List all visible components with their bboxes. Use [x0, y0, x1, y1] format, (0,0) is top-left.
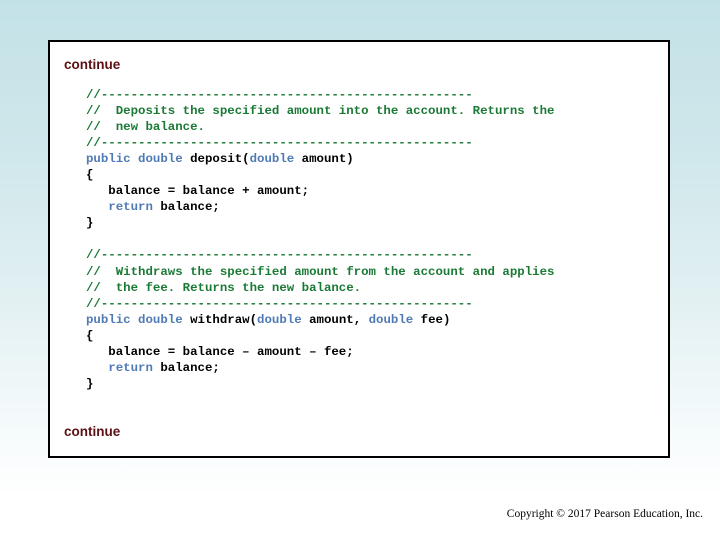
- continue-label-bottom: continue: [64, 424, 121, 439]
- code-token-kw: public double: [86, 312, 191, 327]
- code-token-pl: withdraw(: [190, 312, 258, 327]
- code-token-pl: }: [86, 376, 94, 391]
- code-line: {: [86, 328, 554, 344]
- code-line: return balance;: [86, 360, 554, 376]
- code-line: return balance;: [86, 199, 554, 215]
- code-token-kw: double: [249, 152, 302, 167]
- continue-label-top: continue: [64, 57, 121, 72]
- code-token-cmt: //--------------------------------------…: [86, 88, 473, 102]
- code-line: // new balance.: [86, 119, 554, 135]
- code-token-cmt: //--------------------------------------…: [86, 248, 473, 263]
- code-token-cmt: // the fee. Returns the new balance.: [86, 280, 362, 295]
- code-line: balance = balance + amount;: [86, 183, 554, 199]
- code-token-cmt: // Deposits the specified amount into th…: [86, 104, 555, 119]
- code-line: //--------------------------------------…: [86, 87, 554, 103]
- code-token-pl: deposit(: [190, 152, 250, 167]
- code-line: balance = balance – amount – fee;: [86, 344, 554, 360]
- copyright-notice: Copyright © 2017 Pearson Education, Inc.: [506, 508, 703, 520]
- code-token-cmt: //--------------------------------------…: [86, 296, 473, 311]
- code-line: }: [86, 376, 554, 392]
- code-token-pl: {: [86, 328, 94, 343]
- code-line: //--------------------------------------…: [86, 135, 554, 151]
- code-token-pl: balance;: [160, 200, 220, 215]
- code-token-pl: {: [86, 168, 94, 183]
- code-line: // Deposits the specified amount into th…: [86, 103, 554, 119]
- code-token-cmt: // Withdraws the specified amount from t…: [86, 264, 555, 279]
- code-token-pl: balance = balance – amount – fee;: [86, 344, 354, 359]
- code-token-kw: public double: [86, 152, 191, 167]
- code-token-pl: }: [86, 216, 94, 231]
- code-line: public double deposit(double amount): [86, 151, 554, 167]
- code-token-pl: balance = balance + amount;: [86, 184, 310, 199]
- code-line: //--------------------------------------…: [86, 296, 554, 312]
- code-token-kw: double: [368, 312, 421, 327]
- code-token-pl: fee): [420, 312, 451, 327]
- code-line: // Withdraws the specified amount from t…: [86, 264, 554, 280]
- code-token-pl: amount): [301, 152, 354, 167]
- code-line: //--------------------------------------…: [86, 247, 554, 263]
- code-token-pl: balance;: [160, 360, 220, 375]
- slide-content-box: continue //-----------------------------…: [48, 40, 670, 458]
- code-line: // the fee. Returns the new balance.: [86, 280, 554, 296]
- code-line: }: [86, 215, 554, 231]
- java-code-listing: //--------------------------------------…: [86, 87, 554, 392]
- code-token-cmt: // new balance.: [86, 120, 205, 135]
- code-line: {: [86, 167, 554, 183]
- code-token-kw: double: [257, 312, 310, 327]
- code-token-kw: return: [86, 360, 161, 375]
- code-token-pl: amount,: [309, 312, 369, 327]
- code-line: public double withdraw(double amount, do…: [86, 312, 554, 328]
- code-token-cmt: //--------------------------------------…: [86, 136, 473, 151]
- code-token-kw: return: [86, 200, 161, 215]
